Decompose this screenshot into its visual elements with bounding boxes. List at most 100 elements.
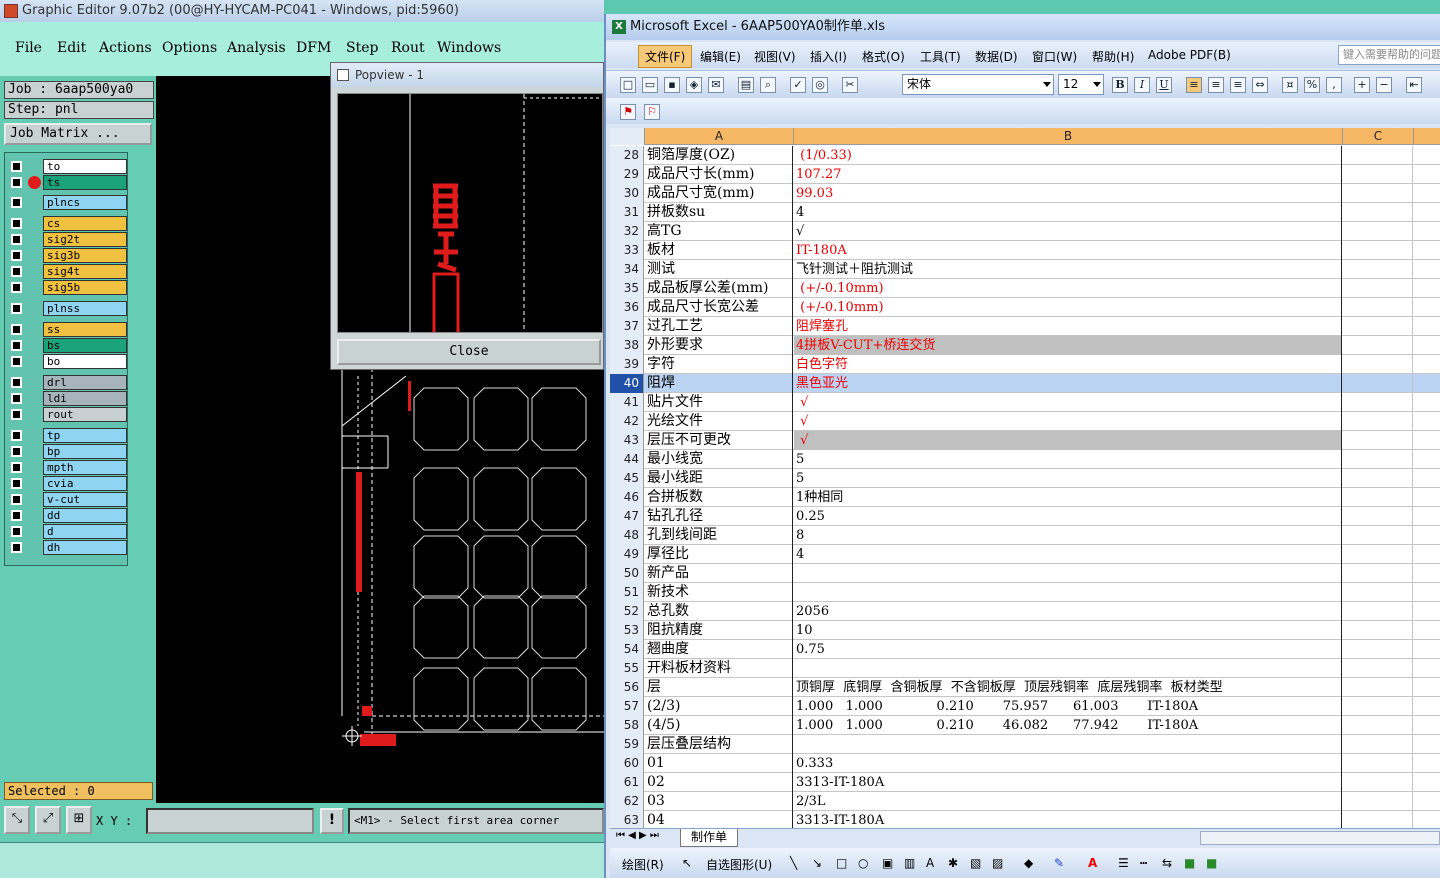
layer-name[interactable]: plnss: [43, 301, 127, 316]
row-number[interactable]: 35: [610, 279, 644, 298]
layer-checkbox[interactable]: [11, 161, 22, 172]
align-right-icon[interactable]: ≡: [1230, 77, 1246, 93]
cell-c[interactable]: [1343, 659, 1413, 678]
cell-a[interactable]: 阻抗精度: [645, 621, 793, 640]
currency-icon[interactable]: ¤: [1282, 77, 1298, 93]
row-number[interactable]: 47: [610, 507, 644, 526]
layer-name[interactable]: drl: [43, 375, 127, 390]
layer-checkbox[interactable]: [11, 446, 22, 457]
layer-row-sig2t[interactable]: sig2t: [9, 232, 127, 247]
cell-c[interactable]: [1343, 507, 1413, 526]
cell-c[interactable]: [1343, 792, 1413, 811]
cell-a[interactable]: 03: [645, 792, 793, 811]
layer-name[interactable]: rout: [43, 407, 127, 422]
font-name-select[interactable]: 宋体: [902, 74, 1054, 95]
menu-edit-cn[interactable]: 编辑(E): [700, 48, 741, 65]
layer-name[interactable]: bo: [43, 354, 127, 369]
cell-b[interactable]: 99.03: [794, 184, 1342, 203]
layer-checkbox[interactable]: [11, 234, 22, 245]
row-number[interactable]: 33: [610, 241, 644, 260]
cell-a[interactable]: (4/5): [645, 716, 793, 735]
cell-c[interactable]: [1343, 355, 1413, 374]
cell-b[interactable]: [794, 659, 1342, 678]
cell-c[interactable]: [1343, 735, 1413, 754]
xy-input[interactable]: [146, 808, 314, 834]
vertical-textbox-icon[interactable]: ▥: [904, 856, 915, 870]
zoom-area-icon[interactable]: ⤢: [35, 806, 61, 834]
cell-a[interactable]: 新技术: [645, 583, 793, 602]
fill-color-icon[interactable]: ◆: [1024, 856, 1033, 870]
menu-tools-cn[interactable]: 工具(T): [920, 48, 961, 65]
cell-c[interactable]: [1343, 165, 1413, 184]
cell-a[interactable]: 成品尺寸长(mm): [645, 165, 793, 184]
menu-rout[interactable]: Rout: [391, 40, 425, 56]
layer-row-bs[interactable]: bs: [9, 338, 127, 353]
percent-icon[interactable]: %: [1304, 77, 1320, 93]
align-left-icon[interactable]: ≡: [1186, 77, 1202, 93]
cell-a[interactable]: (2/3): [645, 697, 793, 716]
cell-b[interactable]: 0.333: [794, 754, 1342, 773]
layer-checkbox[interactable]: [11, 340, 22, 351]
menu-analysis[interactable]: Analysis: [227, 40, 286, 56]
cell-b[interactable]: IT-180A: [794, 241, 1342, 260]
layer-name[interactable]: bs: [43, 338, 127, 353]
cell-a[interactable]: 层: [645, 678, 793, 697]
layer-name[interactable]: mpth: [43, 460, 127, 475]
row-number[interactable]: 41: [610, 393, 644, 412]
underline-icon[interactable]: U: [1156, 77, 1172, 93]
arrow-style-icon[interactable]: ⇆: [1162, 856, 1172, 870]
cell-b[interactable]: 白色字符: [794, 355, 1342, 374]
row-number[interactable]: 45: [610, 469, 644, 488]
cell-a[interactable]: 成品尺寸宽(mm): [645, 184, 793, 203]
cell-c[interactable]: [1343, 450, 1413, 469]
cell-a[interactable]: 01: [645, 754, 793, 773]
menu-options[interactable]: Options: [162, 40, 217, 56]
cell-a[interactable]: 开料板材资料: [645, 659, 793, 678]
layer-row-to[interactable]: to: [9, 159, 127, 174]
decrease-decimal-icon[interactable]: −: [1376, 77, 1392, 93]
cell-c[interactable]: [1343, 754, 1413, 773]
layer-checkbox[interactable]: [11, 324, 22, 335]
cell-c[interactable]: [1343, 279, 1413, 298]
cell-c[interactable]: [1343, 773, 1413, 792]
pdf-email-icon[interactable]: ⚐: [644, 104, 660, 120]
decrease-indent-icon[interactable]: ⇤: [1406, 77, 1422, 93]
row-number[interactable]: 38: [610, 336, 644, 355]
layer-checkbox[interactable]: [11, 218, 22, 229]
row-number[interactable]: 46: [610, 488, 644, 507]
dash-style-icon[interactable]: ┅: [1140, 856, 1147, 870]
cell-c[interactable]: [1343, 469, 1413, 488]
email-icon[interactable]: ✉: [708, 77, 724, 93]
cell-c[interactable]: [1343, 146, 1413, 165]
cell-b[interactable]: 3313-IT-180A: [794, 811, 1342, 828]
rectangle-icon[interactable]: □: [836, 856, 847, 870]
menu-window-cn[interactable]: 窗口(W): [1032, 48, 1077, 65]
layer-checkbox[interactable]: [11, 430, 22, 441]
layer-row-dd[interactable]: dd: [9, 508, 127, 523]
menu-help-cn[interactable]: 帮助(H): [1092, 48, 1134, 65]
row-number[interactable]: 31: [610, 203, 644, 222]
layer-checkbox[interactable]: [11, 494, 22, 505]
row-number[interactable]: 39: [610, 355, 644, 374]
cell-a[interactable]: 最小线宽: [645, 450, 793, 469]
row-number[interactable]: 61: [610, 773, 644, 792]
cell-a[interactable]: 光绘文件: [645, 412, 793, 431]
row-number[interactable]: 59: [610, 735, 644, 754]
cell-b[interactable]: 2056: [794, 602, 1342, 621]
menu-view-cn[interactable]: 视图(V): [754, 48, 796, 65]
menu-windows[interactable]: Windows: [437, 40, 501, 56]
zoom-fit-icon[interactable]: ⤡: [4, 806, 30, 834]
cell-c[interactable]: [1343, 298, 1413, 317]
row-number[interactable]: 52: [610, 602, 644, 621]
layer-name[interactable]: bp: [43, 444, 127, 459]
layer-row-bo[interactable]: bo: [9, 354, 127, 369]
cell-c[interactable]: [1343, 811, 1413, 828]
diagram-icon[interactable]: ✱: [948, 856, 958, 870]
cell-b[interactable]: [794, 564, 1342, 583]
cell-b[interactable]: 黑色亚光: [794, 374, 1342, 393]
comma-style-icon[interactable]: ,: [1326, 77, 1342, 93]
layer-checkbox[interactable]: [11, 462, 22, 473]
row-number[interactable]: 56: [610, 678, 644, 697]
snap-grid-icon[interactable]: ⊞: [66, 806, 92, 834]
layer-name[interactable]: to: [43, 159, 127, 174]
